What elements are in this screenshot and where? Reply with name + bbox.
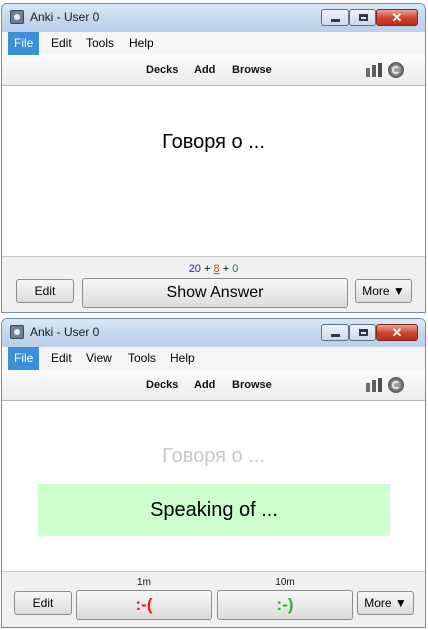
review-bottom-bar: 1m 10m Edit :-( :-) More ▼ <box>2 571 425 627</box>
decks-link[interactable]: Decks <box>146 379 178 391</box>
question-text-faded: Говоря о ... <box>162 445 265 467</box>
menu-help[interactable]: Help <box>123 32 160 55</box>
minimize-icon <box>331 19 340 22</box>
menu-view[interactable]: View <box>80 347 118 370</box>
minimize-button[interactable] <box>321 324 349 341</box>
close-icon: ✕ <box>391 325 403 340</box>
anki-app-icon <box>10 325 24 339</box>
browse-link[interactable]: Browse <box>232 64 272 76</box>
window-title: Anki - User 0 <box>30 325 100 339</box>
review-bottom-bar: 20 + 8 + 0 Edit Show Answer More ▼ <box>2 256 425 312</box>
toolbar: Decks Add Browse <box>2 55 425 86</box>
close-button[interactable]: ✕ <box>376 9 418 26</box>
browse-link[interactable]: Browse <box>232 379 272 391</box>
maximize-button[interactable] <box>349 324 376 341</box>
close-button[interactable]: ✕ <box>376 324 418 341</box>
add-link[interactable]: Add <box>194 379 215 391</box>
menu-tools[interactable]: Tools <box>80 32 120 55</box>
good-button[interactable]: :-) <box>217 590 353 620</box>
review-count: 0 <box>232 263 239 275</box>
menu-edit[interactable]: Edit <box>45 347 78 370</box>
stats-icon[interactable] <box>365 63 383 77</box>
stats-icon[interactable] <box>365 378 383 392</box>
learn-count: 8 <box>213 263 220 275</box>
close-icon: ✕ <box>391 10 403 25</box>
answer-text: Speaking of ... <box>150 499 278 521</box>
title-bar[interactable]: Anki - User 0 ✕ <box>2 4 425 32</box>
menu-bar: File Edit Tools Help <box>2 32 425 55</box>
decks-link[interactable]: Decks <box>146 64 178 76</box>
edit-button[interactable]: Edit <box>14 591 72 615</box>
sync-icon[interactable] <box>388 377 404 393</box>
add-link[interactable]: Add <box>194 64 215 76</box>
window-title: Anki - User 0 <box>30 10 100 24</box>
again-button[interactable]: :-( <box>76 590 212 620</box>
anki-window-question: Anki - User 0 ✕ File Edit Tools Help Dec… <box>1 3 426 313</box>
anki-window-answer: Anki - User 0 ✕ File Edit View Tools Hel… <box>1 318 426 628</box>
menu-edit[interactable]: Edit <box>45 32 78 55</box>
menu-bar: File Edit View Tools Help <box>2 347 425 370</box>
maximize-icon <box>359 329 368 336</box>
count-separator: + <box>222 263 230 275</box>
new-count: 20 <box>188 263 201 275</box>
due-counts: 20 + 8 + 0 <box>2 263 425 275</box>
sync-icon[interactable] <box>388 62 404 78</box>
more-button[interactable]: More ▼ <box>355 279 412 303</box>
anki-app-icon <box>10 10 24 24</box>
answer-box: Speaking of ... <box>38 484 390 536</box>
menu-file[interactable]: File <box>8 32 40 55</box>
menu-tools[interactable]: Tools <box>122 347 162 370</box>
minimize-icon <box>331 334 340 337</box>
minimize-button[interactable] <box>321 9 349 26</box>
count-separator: + <box>204 263 211 275</box>
toolbar: Decks Add Browse <box>2 370 425 401</box>
maximize-icon <box>359 14 368 21</box>
show-answer-button[interactable]: Show Answer <box>82 278 348 308</box>
question-text: Говоря о ... <box>162 131 265 153</box>
menu-help[interactable]: Help <box>164 347 201 370</box>
good-interval: 10m <box>275 577 295 588</box>
more-button[interactable]: More ▼ <box>357 591 414 615</box>
maximize-button[interactable] <box>349 9 376 26</box>
again-interval: 1m <box>137 577 151 588</box>
title-bar[interactable]: Anki - User 0 ✕ <box>2 319 425 347</box>
menu-file[interactable]: File <box>8 347 40 370</box>
card-area: Говоря о ... Speaking of ... <box>2 401 425 571</box>
card-area: Говоря о ... <box>2 86 425 256</box>
edit-button[interactable]: Edit <box>16 279 74 303</box>
